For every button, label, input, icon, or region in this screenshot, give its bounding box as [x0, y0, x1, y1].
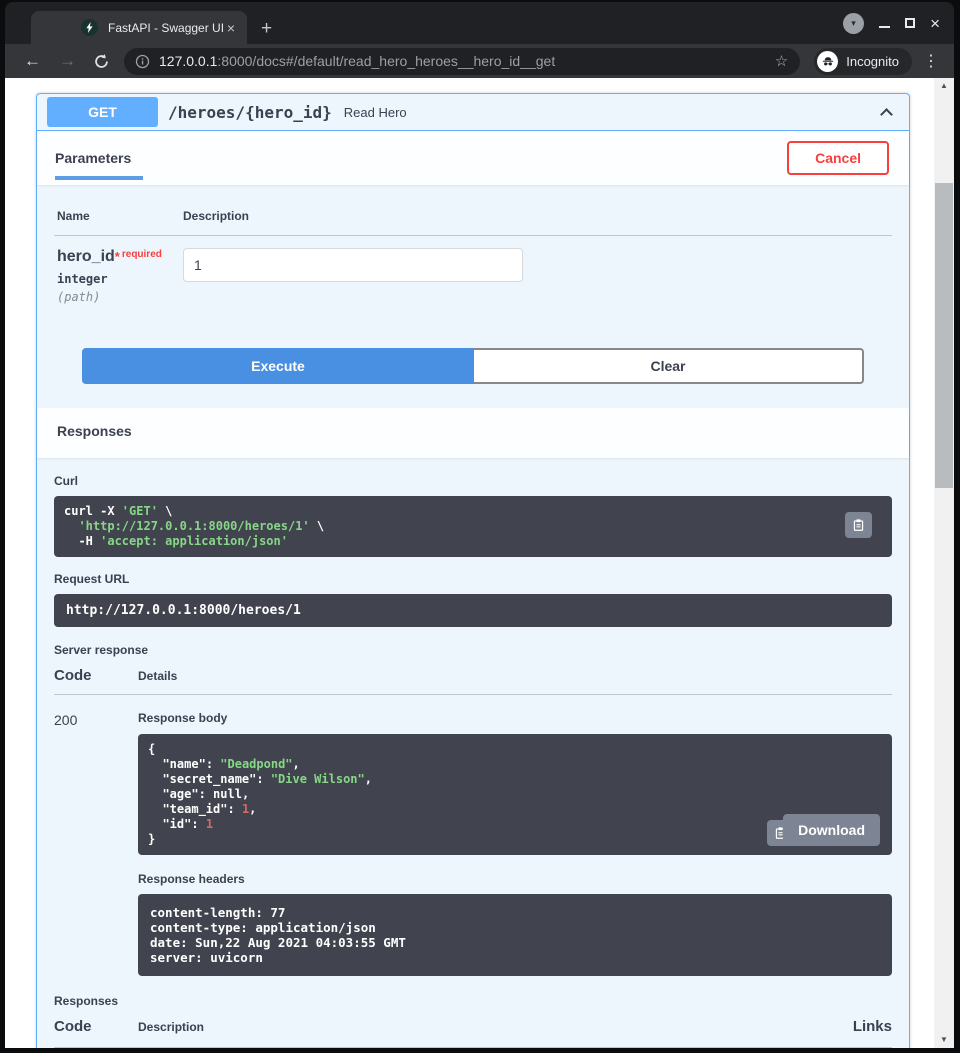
responses-header: Responses [37, 408, 909, 458]
response-details: Response body { "name": "Deadpond", "sec… [138, 695, 892, 982]
url-text: 127.0.0.1:8000/docs#/default/read_hero_h… [159, 53, 773, 69]
col-details: Details [138, 669, 177, 683]
cancel-button[interactable]: Cancel [787, 141, 889, 175]
hero-id-input[interactable] [183, 248, 523, 282]
col-code: Code [54, 667, 138, 684]
bookmark-star-icon[interactable]: ☆ [773, 52, 790, 70]
scroll-down-icon[interactable]: ▼ [934, 1033, 954, 1047]
server-response-table-head: Code Details [54, 667, 892, 695]
fastapi-favicon-icon [81, 19, 98, 36]
page-scrollbar[interactable]: ▲ ▼ [934, 78, 954, 1048]
endpoint-summary: Read Hero [344, 105, 882, 120]
incognito-badge: Incognito [814, 48, 912, 75]
status-code: 200 [54, 695, 138, 982]
col-description: Description [138, 1020, 853, 1034]
clear-button[interactable]: Clear [474, 348, 864, 384]
request-url-value: http://127.0.0.1:8000/heroes/1 [54, 594, 892, 627]
collapse-chevron-icon[interactable] [880, 108, 893, 121]
param-location: (path) [57, 290, 183, 304]
col-name: Name [57, 209, 183, 223]
close-button[interactable]: × [930, 15, 940, 32]
tab-strip: FastAPI - Swagger UI × + ▾ × [5, 2, 954, 44]
maximize-button[interactable] [905, 18, 915, 28]
parameters-table: Name Description hero_id*required intege… [37, 185, 909, 408]
documented-responses-label: Responses [54, 994, 892, 1008]
incognito-label: Incognito [846, 54, 899, 69]
opblock-get-heroes: GET /heroes/{hero_id} Read Hero Paramete… [36, 93, 910, 1048]
param-value-cell [183, 248, 523, 304]
response-headers: content-length: 77content-type: applicat… [138, 894, 892, 976]
swagger-page: GET /heroes/{hero_id} Read Hero Paramete… [5, 78, 954, 1048]
url-path: :8000/docs#/default/read_hero_heroes__he… [217, 53, 555, 69]
tab-title: FastAPI - Swagger UI [108, 21, 223, 35]
tab-search-icon[interactable]: ▾ [843, 13, 864, 34]
response-body-label: Response body [138, 711, 892, 725]
minimize-button[interactable] [879, 26, 890, 28]
responses-area: Curl curl -X 'GET' \ 'http://127.0.0.1:8… [37, 458, 909, 1048]
parameters-header: Parameters Cancel [37, 131, 909, 185]
execute-button[interactable]: Execute [82, 348, 474, 384]
server-response-label: Server response [54, 643, 892, 657]
method-badge: GET [47, 97, 158, 127]
required-star: * [115, 249, 120, 264]
col-links: Links [853, 1018, 892, 1035]
site-info-icon[interactable] [135, 54, 150, 69]
opblock-summary[interactable]: GET /heroes/{hero_id} Read Hero [37, 94, 909, 131]
browser-toolbar: ← → 127.0.0.1:8000/docs#/default/read_he… [5, 44, 954, 78]
endpoint-path: /heroes/{hero_id} [168, 103, 332, 122]
curl-command: curl -X 'GET' \ 'http://127.0.0.1:8000/h… [54, 496, 892, 557]
parameters-table-head: Name Description [54, 203, 892, 236]
back-icon[interactable]: ← [15, 51, 50, 71]
server-response-row: 200 Response body { "name": "Deadpond", … [54, 695, 892, 982]
tab-close-icon[interactable]: × [223, 20, 239, 36]
address-bar[interactable]: 127.0.0.1:8000/docs#/default/read_hero_h… [124, 48, 800, 75]
parameters-title: Parameters [55, 146, 143, 180]
curl-section: Curl curl -X 'GET' \ 'http://127.0.0.1:8… [54, 474, 892, 557]
required-label: required [122, 249, 162, 260]
param-name: hero_id*required [57, 248, 183, 266]
response-body: { "name": "Deadpond", "secret_name": "Di… [138, 734, 892, 855]
responses-title: Responses [57, 423, 132, 439]
copy-curl-button[interactable] [845, 512, 872, 538]
table-row: hero_id*required integer (path) [54, 236, 892, 304]
request-url-label: Request URL [54, 572, 892, 586]
col-code: Code [54, 1018, 138, 1035]
browser-tab[interactable]: FastAPI - Swagger UI × [31, 11, 247, 44]
incognito-icon [817, 51, 838, 72]
documented-table-head: Code Description Links [54, 1018, 892, 1048]
new-tab-button[interactable]: + [261, 19, 272, 38]
scrollbar-thumb[interactable] [935, 183, 953, 488]
forward-icon[interactable]: → [50, 51, 85, 71]
param-meta: hero_id*required integer (path) [57, 248, 183, 304]
curl-label: Curl [54, 474, 892, 488]
browser-menu-icon[interactable]: ⋮ [918, 51, 944, 71]
window-controls: ▾ × [843, 2, 948, 44]
param-type: integer [57, 272, 183, 286]
scroll-up-icon[interactable]: ▲ [934, 79, 954, 93]
execute-wrapper: Execute Clear [54, 304, 892, 384]
download-button[interactable]: Download [783, 814, 880, 846]
reload-icon[interactable] [85, 53, 118, 70]
browser-window: FastAPI - Swagger UI × + ▾ × ← → 127.0.0… [5, 2, 954, 1048]
response-headers-label: Response headers [138, 872, 892, 886]
url-host: 127.0.0.1 [159, 53, 217, 69]
col-description: Description [183, 209, 249, 223]
